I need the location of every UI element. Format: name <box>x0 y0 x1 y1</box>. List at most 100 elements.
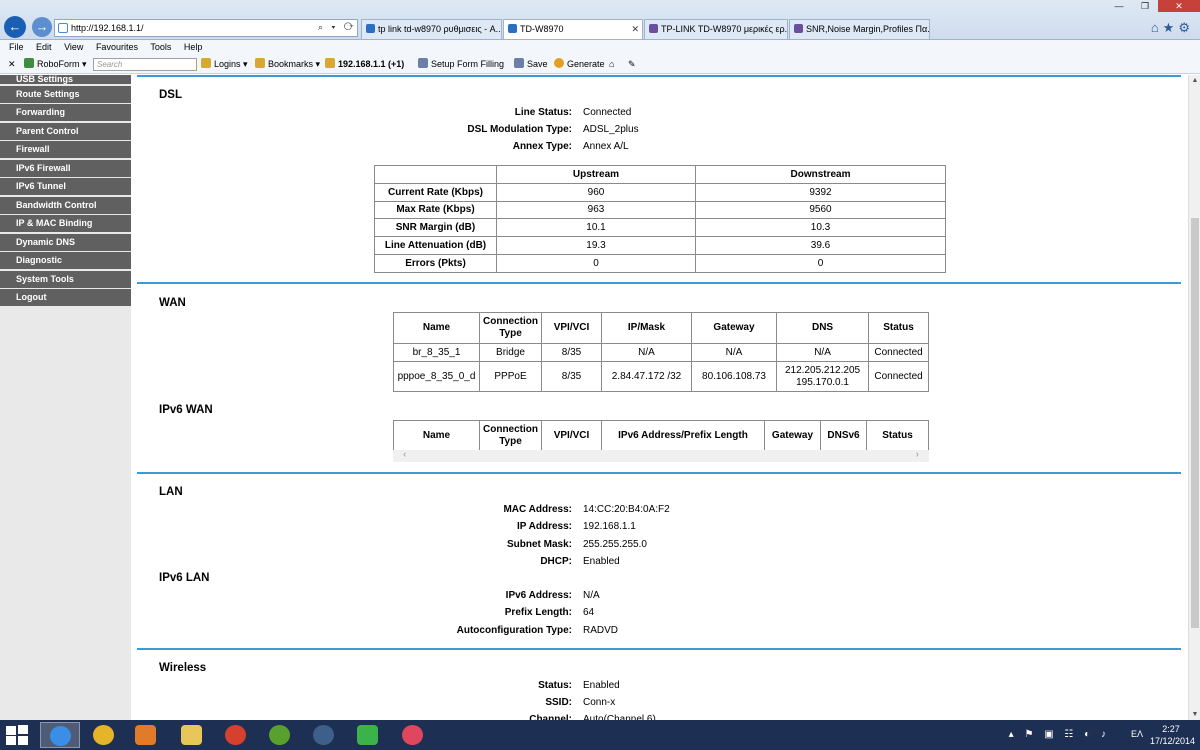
tab-search-results[interactable]: tp link td-w8970 ρυθμισεις - A... <box>361 19 502 39</box>
lan-ip-row: IP Address: 192.168.1.1 <box>137 518 1181 535</box>
taskbar-file-explorer[interactable] <box>172 722 212 748</box>
field-value: Enabled <box>583 556 620 567</box>
ipv6-wan-table: Name Connection Type VPI/VCI IPv6 Addres… <box>393 420 929 452</box>
table-header: Upstream <box>496 165 696 184</box>
tab-label: SNR,Noise Margin,Profiles Πα... <box>806 24 930 34</box>
table-cell: N/A <box>601 343 692 362</box>
home-icon[interactable]: ⌂ <box>609 55 614 74</box>
sidebar-item-ip-mac-binding[interactable]: IP & MAC Binding <box>0 215 131 232</box>
start-button[interactable] <box>4 724 30 746</box>
menu-edit[interactable]: Edit <box>36 42 52 52</box>
ipv6-lan-section-title: IPv6 LAN <box>159 572 210 584</box>
menu-tools[interactable]: Tools <box>150 42 171 52</box>
roboform-search-input[interactable]: Search <box>93 58 197 71</box>
home-favorites-settings-icons[interactable]: ⌂★⚙ <box>1151 20 1194 36</box>
sidebar-item-dynamic-dns[interactable]: Dynamic DNS <box>0 233 131 251</box>
sidebar-item-route-settings[interactable]: Route Settings <box>0 85 131 103</box>
forward-button[interactable]: → <box>32 17 52 37</box>
menu-help[interactable]: Help <box>184 42 203 52</box>
menu-file[interactable]: File <box>9 42 24 52</box>
minimize-button[interactable]: — <box>1106 0 1132 12</box>
page-vertical-scrollbar[interactable]: ▲ ▼ <box>1188 75 1200 720</box>
sidebar-item-ipv6-firewall[interactable]: IPv6 Firewall <box>0 159 131 177</box>
sidebar-item-usb-settings[interactable]: USB Settings <box>0 75 131 84</box>
language-indicator[interactable]: EΛ <box>1131 729 1143 739</box>
table-cell: 963 <box>496 200 696 220</box>
menu-favourites[interactable]: Favourites <box>96 42 138 52</box>
generate-button[interactable]: Generate <box>554 55 605 74</box>
table-header: Gateway <box>764 420 821 452</box>
restore-button[interactable]: ❒ <box>1132 0 1158 12</box>
roboform-toolbar: ✕ RoboForm ▾ Search Logins ▾ Bookmarks ▾… <box>0 55 1200 74</box>
close-tab-icon[interactable]: ✕ <box>631 20 639 38</box>
table-header: Name <box>393 420 480 452</box>
setup-form-filling-button[interactable]: Setup Form Filling <box>418 55 504 74</box>
table-header: Name <box>393 312 480 344</box>
section-divider <box>137 282 1181 284</box>
site-login-button[interactable]: 192.168.1.1 (+1) <box>325 55 404 74</box>
tray-icons[interactable]: ▴ ⚑ ▣ ☷ ◐ ♪ <box>1009 729 1110 740</box>
sidebar-item-bandwidth-control[interactable]: Bandwidth Control <box>0 196 131 214</box>
status-content: DSL Line Status: Connected DSL Modulatio… <box>137 75 1188 720</box>
dsl-annex-row: Annex Type: Annex A/L <box>137 138 1181 155</box>
save-button[interactable]: Save <box>514 55 548 74</box>
field-label: IPv6 Address: <box>505 590 572 601</box>
scroll-up-icon[interactable]: ▲ <box>1189 77 1200 84</box>
wireless-channel-row: Channel: Auto(Channel 6) <box>137 711 1181 720</box>
scroll-left-icon[interactable]: ‹ <box>403 449 406 460</box>
taskbar-evernote[interactable] <box>348 722 388 748</box>
scroll-right-icon[interactable]: › <box>916 449 919 460</box>
close-toolbar-icon[interactable]: ✕ <box>8 55 16 74</box>
dsl-modulation-row: DSL Modulation Type: ADSL_2plus <box>137 121 1181 138</box>
windows-logo-icon <box>6 726 16 735</box>
sidebar-item-logout[interactable]: Logout <box>0 289 131 306</box>
logins-button[interactable]: Logins ▾ <box>201 55 248 74</box>
taskbar-internet-explorer[interactable] <box>40 722 80 748</box>
table-header: Status <box>868 312 929 344</box>
taskbar-media-player[interactable] <box>126 722 166 748</box>
bookmarks-button[interactable]: Bookmarks ▾ <box>255 55 320 74</box>
section-divider <box>137 75 1181 77</box>
sidebar: USB Settings Route Settings Forwarding P… <box>0 75 131 720</box>
roboform-icon <box>24 58 34 68</box>
table-cell: 80.106.108.73 <box>691 361 777 392</box>
sidebar-item-parent-control[interactable]: Parent Control <box>0 122 131 140</box>
table-cell: PPPoE <box>479 361 542 392</box>
tab-td-w8970[interactable]: TD-W8970 ✕ <box>503 19 643 39</box>
tab-snr-noise-margin[interactable]: SNR,Noise Margin,Profiles Πα... <box>789 19 930 39</box>
roboform-button[interactable]: RoboForm ▾ <box>24 55 87 74</box>
form-icon <box>418 58 428 68</box>
tab-tplink-forum[interactable]: TP-LINK TD-W8970 μερικές ερ... <box>644 19 788 39</box>
windows-logo-icon <box>18 725 28 734</box>
close-window-button[interactable]: ✕ <box>1158 0 1200 12</box>
scrollbar-thumb[interactable] <box>1191 218 1199 628</box>
table-cell: Current Rate (Kbps) <box>374 182 497 202</box>
table-cell: 8/35 <box>541 343 602 362</box>
taskbar-chrome[interactable] <box>84 722 124 748</box>
sidebar-item-firewall[interactable]: Firewall <box>0 141 131 158</box>
taskbar-utorrent[interactable] <box>260 722 300 748</box>
taskbar-itunes[interactable] <box>393 722 433 748</box>
star-icon <box>325 58 335 68</box>
clock[interactable]: 2:27 17/12/2014 <box>1150 723 1195 747</box>
table-cell: 10.3 <box>695 218 946 238</box>
sidebar-item-system-tools[interactable]: System Tools <box>0 270 131 288</box>
menu-view[interactable]: View <box>64 42 83 52</box>
back-button[interactable]: ← <box>4 16 26 38</box>
generate-label: Generate <box>567 59 605 69</box>
taskbar-steam[interactable] <box>304 722 344 748</box>
sidebar-item-forwarding[interactable]: Forwarding <box>0 104 131 121</box>
logins-label: Logins <box>214 59 241 69</box>
tab-label: TD-W8970 <box>520 24 564 34</box>
sidebar-item-ipv6-tunnel[interactable]: IPv6 Tunnel <box>0 178 131 195</box>
taskbar-ccleaner[interactable] <box>216 722 256 748</box>
address-bar[interactable]: http://192.168.1.1/ <box>54 19 358 37</box>
pen-icon[interactable]: ✎ <box>628 55 636 74</box>
table-cell: Connected <box>868 343 929 362</box>
ipv6-table-horizontal-scrollbar[interactable]: ‹ › <box>393 449 929 462</box>
wireless-section-title: Wireless <box>159 662 207 674</box>
scroll-down-icon[interactable]: ▼ <box>1189 711 1200 718</box>
field-label: Annex Type: <box>512 141 572 152</box>
browser-titlebar: ← → http://192.168.1.1/ ⌕ ▾ ⟳ ✕ tp link … <box>0 0 1200 40</box>
sidebar-item-diagnostic[interactable]: Diagnostic <box>0 252 131 269</box>
